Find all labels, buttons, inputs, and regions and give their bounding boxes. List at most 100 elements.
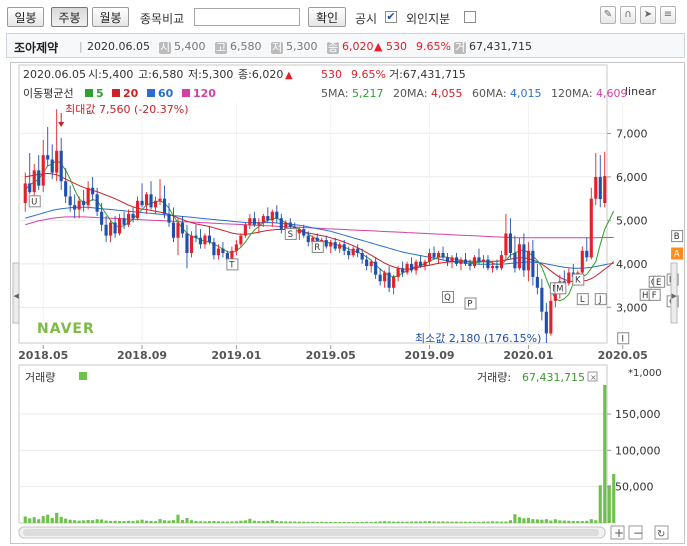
foreign-ownership-checkbox[interactable] [464,11,476,23]
candle-body [50,159,54,173]
volume-bar [198,521,203,523]
candle-body [207,235,212,243]
volume-bar [149,520,153,523]
volume-bar [472,521,477,523]
confirm-button[interactable]: 확인 [308,7,346,27]
volume-bar [405,521,409,523]
volume-bar [207,521,212,523]
ma-value-label: 20MA: [393,87,428,100]
volume-bar [153,521,158,523]
volume-bar [315,521,319,523]
candle-body [32,170,36,193]
candle-body [490,266,495,269]
candle-body [504,233,508,256]
candle-body [118,218,122,234]
volume-bar [122,521,126,523]
stock-chart[interactable]: UTSRQPNMKLJIHGFEDCBA 3,0004,0005,0006,00… [11,63,684,543]
volume-bar [50,517,54,523]
candle-body [162,198,167,214]
volume-bar [508,520,512,523]
volume-unit: *1,000 [628,368,662,379]
disclosure-checkbox[interactable]: ✔ [385,11,397,23]
volume-bar [113,520,117,523]
minus-icon: − [633,526,643,540]
pencil-icon[interactable]: ✎ [600,6,616,24]
candle-body [140,200,144,206]
event-marker-label: I [621,334,624,344]
plus-icon: + [614,526,624,540]
candle-body [580,250,584,273]
candle-body [365,259,369,267]
volume-bar [64,518,68,523]
volume-bar [275,520,279,523]
candle-body [450,257,454,262]
daily-button[interactable]: 일봉 [7,7,44,27]
volume-bar [347,521,351,523]
volume-bar [418,521,423,523]
volume-bar [356,521,360,523]
time-tick-label: 2018.09 [117,349,167,362]
candle-body [189,235,194,253]
compare-label: 종목비교 [140,12,185,26]
candle-body [374,261,378,275]
volume-bar [297,521,301,523]
event-marker-label: K [575,276,581,286]
magnet-icon[interactable]: ∩ [620,6,636,24]
event-marker-label: F [652,291,657,301]
candle-body [171,222,176,238]
candle-body [549,300,553,334]
cursor-icon[interactable]: ➤ [640,6,656,24]
volume-bar [320,521,324,523]
volume-y-axis: 50,000 100,000 150,000 [607,408,661,494]
monthly-button[interactable]: 월봉 [92,7,129,27]
volume-bar [306,521,310,523]
candle-body [104,224,108,236]
volume-bar [293,521,297,523]
candle-body [216,248,220,256]
candle-body [486,259,490,269]
weekly-button[interactable]: 주봉 [51,7,88,27]
candle-body [418,261,423,267]
chart-frame: UTSRQPNMKLJIHGFEDCBA 3,0004,0005,0006,00… [10,62,685,544]
ma-value: 4,609 [596,87,628,100]
volume-bar [158,519,162,523]
candle-body [158,198,162,201]
info-change-pct: 9.65% [416,40,451,53]
volume-bar [216,521,220,523]
settings-icon[interactable]: ≡ [660,6,676,24]
event-marker-label: H [642,291,648,301]
candle-body [73,205,77,210]
compare-search-input[interactable] [194,8,300,26]
candle-body [540,287,544,312]
candle-body [203,235,207,245]
candle-body [23,183,27,203]
ma-legend-swatch [147,89,155,97]
candle-body [77,200,81,210]
volume-bar [392,521,396,523]
candle-body [55,150,59,173]
ma-legend-label: 5 [96,87,104,100]
ma-legend-swatch [85,89,93,97]
candle-body [46,155,50,160]
candle-body [95,194,99,212]
close-icon: × [590,373,597,382]
candle-body [477,257,481,262]
volume-bar [284,521,288,523]
info-volume: 거 67,431,715 [454,40,532,54]
bottom-scrollbar-thumb[interactable] [23,529,599,536]
candle-body [356,248,360,253]
info-low: 저 5,300 [271,40,318,54]
event-marker-label: M [556,284,563,294]
candle-body [333,242,337,249]
info-open: 시 5,400 [159,40,206,54]
header-change: 530 [321,68,342,81]
ma-values: 5MA: 5,217 20MA: 4,055 60MA: 4,015 120MA: 4,609 [321,87,628,100]
volume-bar [423,521,427,523]
candle-body [68,196,72,206]
volume-bar [374,521,378,523]
event-marker-label: S [288,230,293,240]
candle-body [109,222,113,236]
volume-bar [580,521,584,523]
candle-body [338,244,342,249]
candle-body [306,235,310,243]
